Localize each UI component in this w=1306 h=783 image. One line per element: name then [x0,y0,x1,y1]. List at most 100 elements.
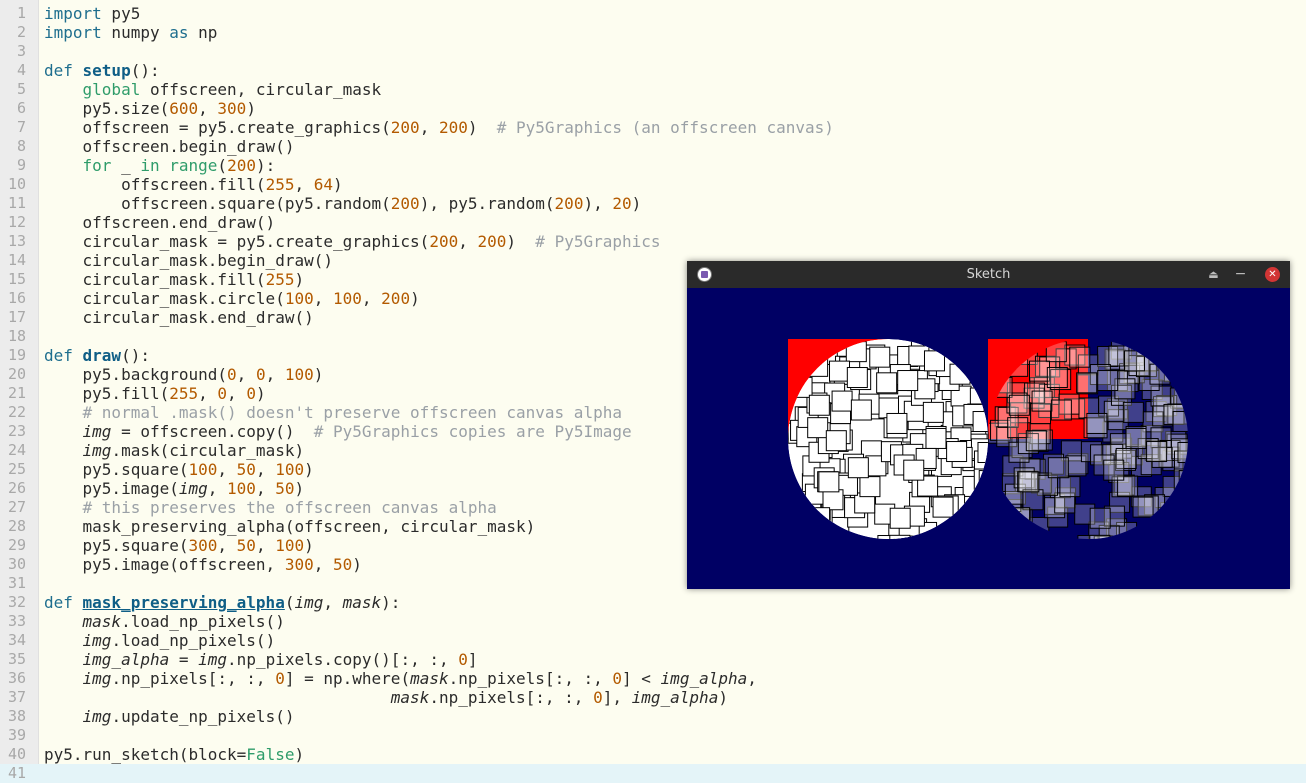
random-square [1132,496,1154,518]
code-line[interactable]: 2 import numpy as np [0,23,1306,42]
code-token: , [236,365,256,384]
code-token: ) [294,745,305,764]
code-line[interactable]: 6 py5.size(600, 300) [0,99,1306,118]
sketch-canvas[interactable] [687,288,1290,589]
code-text[interactable]: mask.np_pixels[:, :, 0], img_alpha) [44,688,728,707]
code-line[interactable]: 12 offscreen.end_draw() [0,213,1306,232]
code-text[interactable]: offscreen = py5.create_graphics(200, 200… [44,118,834,137]
code-text[interactable]: mask_preserving_alpha(offscreen, circula… [44,517,536,536]
code-text[interactable]: py5.square(100, 50, 100) [44,460,314,479]
code-token: ) [506,232,536,251]
random-square [889,507,911,529]
code-text[interactable]: py5.run_sketch(block=False) [44,745,304,764]
code-text[interactable]: py5.size(600, 300) [44,99,256,118]
shade-icon[interactable]: ⏏ [1206,267,1221,282]
code-text[interactable]: img.update_np_pixels() [44,707,295,726]
random-square [869,346,891,368]
code-line[interactable]: 39 [0,726,1306,745]
line-number: 31 [7,574,26,592]
code-text[interactable]: mask.load_np_pixels() [44,612,285,631]
code-token: ] [467,650,478,669]
code-text[interactable]: def setup(): [44,61,160,80]
code-line[interactable]: 4 def setup(): [0,61,1306,80]
code-token: offscreen.square(py5.random( [44,194,391,213]
line-number: 7 [16,118,26,136]
code-line[interactable]: 1 import py5 [0,4,1306,23]
code-token: , [217,460,237,479]
code-text[interactable]: offscreen.square(py5.random(200), py5.ra… [44,194,641,213]
code-text[interactable]: py5.background(0, 0, 100) [44,365,324,384]
code-line[interactable]: 41 [0,764,1306,783]
code-text[interactable]: offscreen.fill(255, 64) [44,175,343,194]
code-line[interactable]: 9 for _ in range(200): [0,156,1306,175]
code-text[interactable]: img.mask(circular_mask) [44,441,305,460]
code-line[interactable]: 38 img.update_np_pixels() [0,707,1306,726]
code-text[interactable]: py5.image(offscreen, 300, 50) [44,555,362,574]
code-text[interactable]: def mask_preserving_alpha(img, mask): [44,593,400,612]
code-text[interactable]: circular_mask.circle(100, 100, 200) [44,289,420,308]
code-token: py5.square( [44,460,189,479]
code-text[interactable]: import py5 [44,4,140,23]
line-number: 27 [7,498,26,516]
line-number: 40 [7,745,26,763]
code-line[interactable]: 3 [0,42,1306,61]
window-title: Sketch [966,267,1011,282]
code-text[interactable]: for _ in range(200): [44,156,276,175]
code-token: , [255,460,276,479]
code-text[interactable]: import numpy as np [44,23,217,42]
line-number: 3 [16,42,26,60]
code-line[interactable]: 37 mask.np_pixels[:, :, 0], img_alpha) [0,688,1306,707]
code-text[interactable]: circular_mask.end_draw() [44,308,314,327]
code-line[interactable]: 11 offscreen.square(py5.random(200), py5… [0,194,1306,213]
random-square [1089,507,1111,529]
code-text[interactable]: circular_mask = py5.create_graphics(200,… [44,232,661,251]
code-line[interactable]: 32 def mask_preserving_alpha(img, mask): [0,593,1306,612]
code-text[interactable]: circular_mask.fill(255) [44,270,305,289]
code-line[interactable]: 7 offscreen = py5.create_graphics(200, 2… [0,118,1306,137]
code-text[interactable]: # this preserves the offscreen canvas al… [44,498,497,517]
code-line[interactable]: 36 img.np_pixels[:, :, 0] = np.where(mas… [0,669,1306,688]
code-token: mask [342,593,382,612]
code-line[interactable]: 5 global offscreen, circular_mask [0,80,1306,99]
code-line[interactable]: 10 offscreen.fill(255, 64) [0,175,1306,194]
line-number: 10 [7,175,26,193]
code-line[interactable]: 34 img.load_np_pixels() [0,631,1306,650]
code-token: 300 [284,555,314,574]
code-text[interactable]: img.np_pixels[:, :, 0] = np.where(mask.n… [44,669,757,688]
code-text[interactable]: global offscreen, circular_mask [44,80,382,99]
code-token: .update_np_pixels() [111,707,295,726]
code-line[interactable]: 33 mask.load_np_pixels() [0,612,1306,631]
code-token: setup [82,61,131,80]
code-line[interactable]: 13 circular_mask = py5.create_graphics(2… [0,232,1306,251]
code-text[interactable]: img.load_np_pixels() [44,631,276,650]
code-text[interactable]: py5.fill(255, 0, 0) [44,384,266,403]
window-titlebar[interactable]: Sketch ⏏ − ✕ [687,261,1290,288]
minimize-icon[interactable]: − [1233,267,1248,282]
code-token: numpy [101,23,170,42]
line-number: 35 [7,650,26,668]
code-text[interactable]: # normal .mask() doesn't preserve offscr… [44,403,622,422]
code-token: 300 [188,536,218,555]
code-token: .np_pixels[:, :, [111,669,276,688]
line-number: 4 [16,61,26,79]
code-text[interactable]: img_alpha = img.np_pixels.copy()[:, :, 0… [44,650,478,669]
code-text[interactable]: offscreen.begin_draw() [44,137,295,156]
code-line[interactable]: 35 img_alpha = img.np_pixels.copy()[:, :… [0,650,1306,669]
random-square [846,367,868,389]
code-token: .np_pixels[:, :, [429,688,594,707]
code-line[interactable]: 8 offscreen.begin_draw() [0,137,1306,156]
code-line[interactable]: 40 py5.run_sketch(block=False) [0,745,1306,764]
code-token: img [178,479,208,498]
sketch-window[interactable]: Sketch ⏏ − ✕ [687,261,1290,589]
code-token: 0 [275,669,285,688]
code-text[interactable]: circular_mask.begin_draw() [44,251,333,270]
line-number: 41 [7,764,26,782]
code-text[interactable]: def draw(): [44,346,150,365]
code-text[interactable]: img = offscreen.copy() # Py5Graphics cop… [44,422,632,441]
code-text[interactable]: py5.image(img, 100, 50) [44,479,305,498]
code-token: 100 [275,536,305,555]
code-text[interactable]: py5.square(300, 50, 100) [44,536,314,555]
close-icon[interactable]: ✕ [1265,267,1280,282]
code-text[interactable]: offscreen.end_draw() [44,213,276,232]
